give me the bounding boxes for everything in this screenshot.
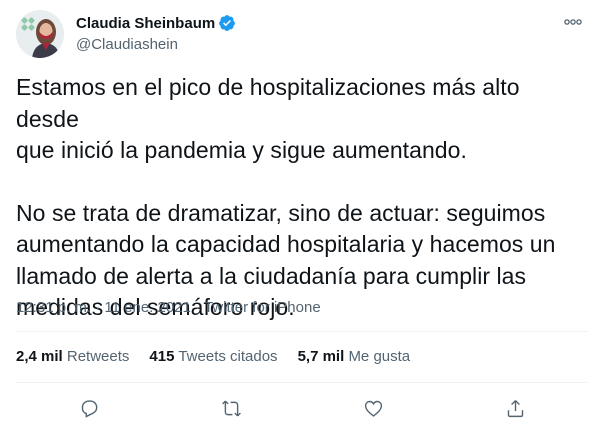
retweet-icon	[221, 400, 241, 416]
share-icon	[507, 399, 523, 417]
retweets-label: Retweets	[66, 348, 130, 365]
tweet-meta: 12:31 p. m. · 11 ene. 2021 · Twitter for…	[16, 298, 321, 318]
like-button[interactable]	[358, 393, 388, 423]
reply-icon	[81, 399, 97, 418]
timestamp-date[interactable]: 11 ene. 2021	[104, 299, 190, 316]
divider	[16, 331, 588, 332]
tweet-actions	[16, 393, 588, 423]
quotes-count: 415	[149, 348, 175, 365]
tweet-line: llamado de alerta a la ciudadanía para c…	[16, 262, 527, 289]
tweet-line: Estamos en el pico de hospitalizaciones …	[16, 74, 520, 132]
display-name-row: Claudia Sheinbaum	[76, 13, 236, 33]
quotes-stat[interactable]: 415 Tweets citados	[149, 347, 277, 367]
verified-badge-icon	[218, 14, 236, 32]
likes-label: Me gusta	[348, 348, 411, 365]
avatar-image	[16, 10, 64, 58]
retweets-count: 2,4 mil	[16, 348, 63, 365]
meta-separator: ·	[190, 299, 204, 316]
author-names: Claudia Sheinbaum @Claudiashein	[76, 13, 236, 55]
quotes-label: Tweets citados	[178, 348, 278, 365]
retweet-button[interactable]	[216, 393, 246, 423]
timestamp-time[interactable]: 12:31 p. m.	[16, 299, 91, 316]
display-name[interactable]: Claudia Sheinbaum	[76, 15, 215, 32]
likes-count: 5,7 mil	[297, 348, 345, 365]
likes-stat[interactable]: 5,7 mil Me gusta	[298, 347, 411, 367]
tweet-source[interactable]: Twitter for iPhone	[204, 299, 321, 316]
meta-separator: ·	[91, 299, 105, 316]
handle[interactable]: @Claudiashein	[76, 35, 236, 55]
reply-button[interactable]	[74, 393, 104, 423]
avatar[interactable]	[16, 10, 64, 58]
tweet: Claudia Sheinbaum @Claudiashein Estamos …	[0, 0, 604, 438]
tweet-line: No se trata de dramatizar, sino de actua…	[16, 199, 546, 226]
share-button[interactable]	[500, 393, 530, 423]
divider	[16, 382, 588, 383]
more-icon[interactable]	[562, 12, 584, 32]
tweet-line: que inició la pandemia y sigue aumentand…	[16, 137, 467, 163]
heart-icon	[364, 400, 382, 417]
tweet-text: Estamos en el pico de hospitalizaciones …	[16, 72, 588, 324]
tweet-line: aumentando la capacidad hospitalaria y h…	[16, 231, 556, 257]
retweets-stat[interactable]: 2,4 mil Retweets	[16, 347, 129, 367]
tweet-header: Claudia Sheinbaum @Claudiashein	[16, 10, 588, 60]
tweet-stats: 2,4 mil Retweets 415 Tweets citados 5,7 …	[16, 347, 430, 367]
